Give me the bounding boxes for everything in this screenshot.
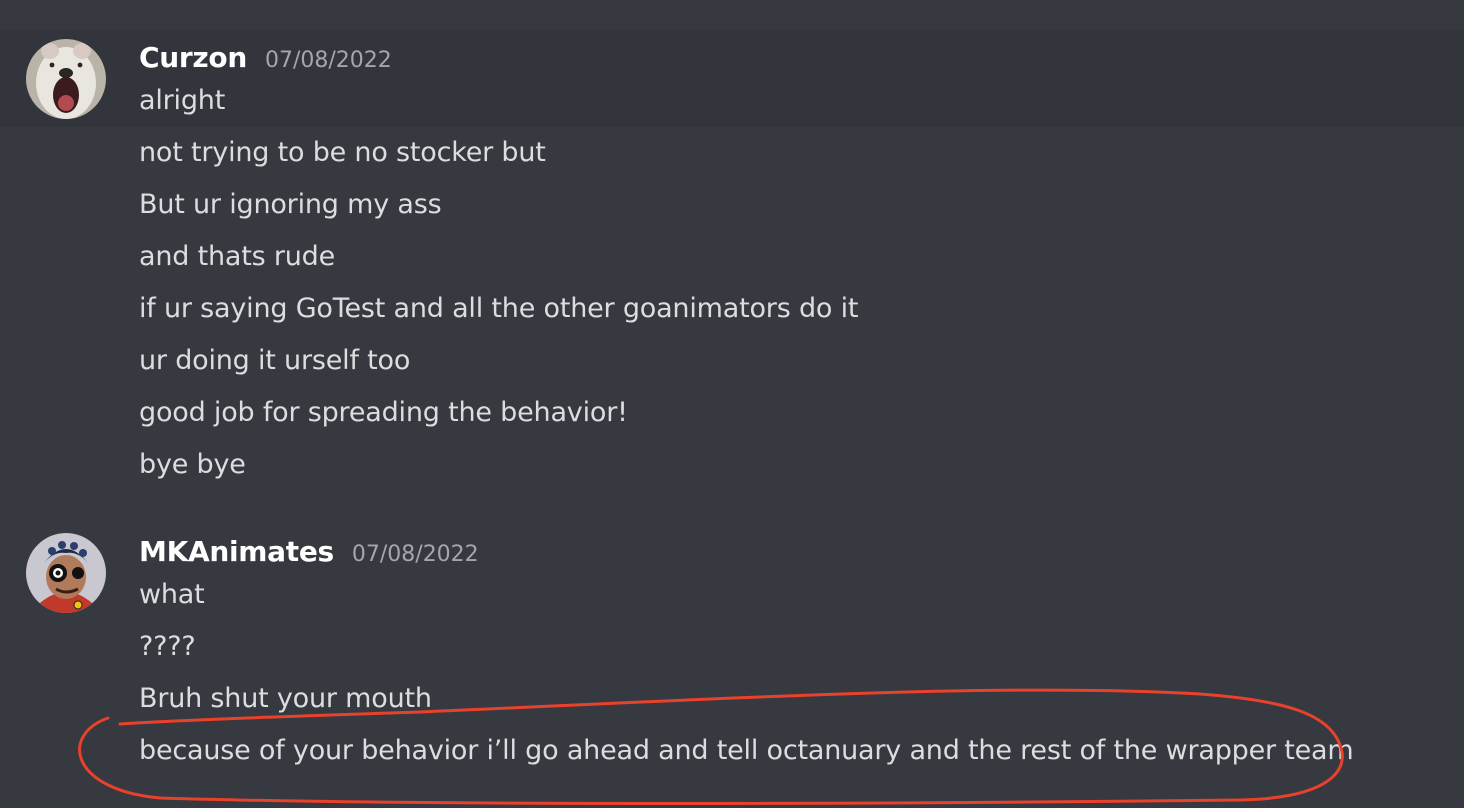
message-header: Curzon 07/08/2022 <box>139 41 392 74</box>
message-line: But ur ignoring my ass <box>139 189 442 220</box>
username[interactable]: Curzon <box>139 41 247 74</box>
message-line: because of your behavior i’ll go ahead a… <box>139 735 1354 766</box>
top-divider-strip <box>0 0 1464 30</box>
username[interactable]: MKAnimates <box>139 535 334 568</box>
timestamp[interactable]: 07/08/2022 <box>352 542 479 567</box>
cartoon-character-avatar-icon <box>26 533 106 613</box>
message-line: and thats rude <box>139 241 336 272</box>
message-line: ???? <box>139 631 196 662</box>
curzon-avatar[interactable] <box>26 39 106 119</box>
message-header: MKAnimates 07/08/2022 <box>139 535 479 568</box>
timestamp[interactable]: 07/08/2022 <box>265 48 392 73</box>
message-line: alright <box>139 85 226 116</box>
message-line: not trying to be no stocker but <box>139 137 546 168</box>
dog-face-avatar-icon <box>26 39 106 119</box>
chat-messages-pane: Curzon 07/08/2022 alright not trying to … <box>0 0 1464 808</box>
message-line: ur doing it urself too <box>139 345 411 376</box>
message-line: Bruh shut your mouth <box>139 683 432 714</box>
message-line: if ur saying GoTest and all the other go… <box>139 293 859 324</box>
mkanimates-avatar[interactable] <box>26 533 106 613</box>
message-line: bye bye <box>139 449 246 480</box>
message-line: good job for spreading the behavior! <box>139 397 628 428</box>
message-line: what <box>139 579 205 610</box>
